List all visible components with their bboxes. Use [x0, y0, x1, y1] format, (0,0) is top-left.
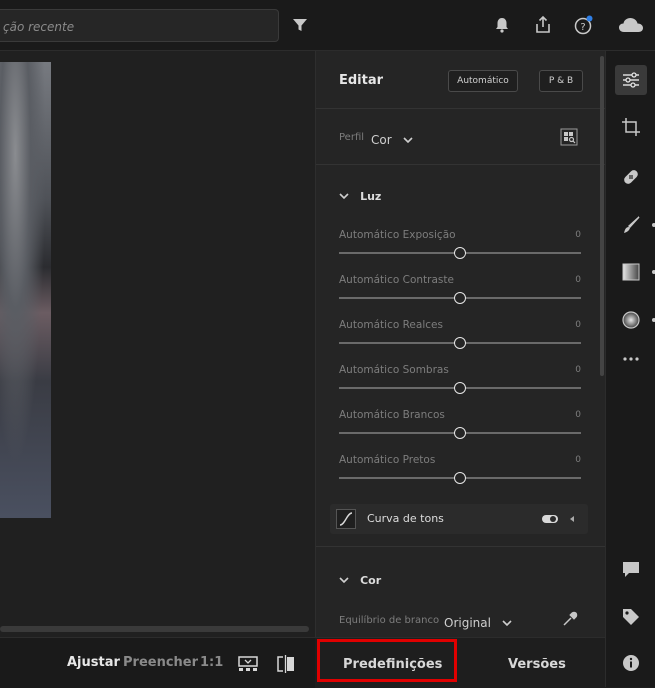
light-section-title: Luz — [360, 190, 382, 203]
whites-slider[interactable]: Automático Brancos 0 — [339, 409, 581, 443]
slider-value: 0 — [575, 275, 581, 285]
chevron-down-icon — [339, 577, 349, 584]
profile-label: Perfil — [339, 132, 365, 143]
search-box[interactable] — [0, 9, 279, 43]
bottom-toolbar: Ajustar Preencher 1:1 — [0, 637, 315, 688]
color-section-header[interactable]: Cor — [339, 569, 381, 588]
tone-curve-label: Curva de tons — [367, 512, 444, 525]
slider-value: 0 — [575, 410, 581, 420]
white-balance-label: Equilíbrio de branco — [339, 615, 440, 626]
edit-tool-button[interactable] — [615, 65, 647, 95]
svg-text:?: ? — [580, 22, 585, 33]
white-balance-value: Original — [444, 616, 491, 630]
eyedropper-icon[interactable] — [561, 610, 579, 628]
tab-versions[interactable]: Versões — [508, 657, 566, 672]
slider-label: Automático Exposição — [339, 229, 456, 241]
horizontal-scrollbar[interactable] — [0, 626, 309, 632]
tag-icon[interactable] — [621, 607, 641, 627]
crop-icon[interactable] — [621, 117, 641, 137]
slider-value: 0 — [575, 455, 581, 465]
comment-icon[interactable] — [621, 559, 641, 579]
chevron-down-icon — [502, 620, 512, 627]
exposure-slider[interactable]: Automático Exposição 0 — [339, 229, 581, 263]
profile-value: Cor — [371, 133, 392, 147]
fit-button[interactable]: Ajustar — [67, 655, 120, 670]
divider — [316, 546, 606, 547]
one-to-one-button[interactable]: 1:1 — [200, 655, 223, 670]
chevron-down-icon — [403, 137, 413, 144]
slider-thumb[interactable] — [454, 292, 466, 304]
slider-value: 0 — [575, 320, 581, 330]
slider-value: 0 — [575, 230, 581, 240]
tone-curve-icon — [336, 509, 356, 529]
tool-strip — [605, 51, 655, 687]
filmstrip-icon[interactable] — [238, 655, 258, 673]
blacks-slider[interactable]: Automático Pretos 0 — [339, 454, 581, 488]
cloud-icon[interactable] — [617, 14, 645, 36]
sliders-icon — [623, 72, 639, 88]
bw-button[interactable]: P & B — [539, 70, 583, 92]
slider-label: Automático Sombras — [339, 364, 449, 376]
contrast-slider[interactable]: Automático Contraste 0 — [339, 274, 581, 308]
profile-dropdown[interactable]: Cor — [371, 129, 413, 147]
bell-icon[interactable] — [492, 15, 512, 35]
auto-button[interactable]: Automático — [448, 70, 518, 92]
profile-browser-icon[interactable] — [560, 128, 578, 146]
brush-icon[interactable] — [621, 215, 641, 235]
help-icon[interactable]: ? — [573, 15, 593, 35]
slider-thumb[interactable] — [454, 247, 466, 259]
highlights-slider[interactable]: Automático Realces 0 — [339, 319, 581, 353]
light-section-header[interactable]: Luz — [339, 185, 381, 204]
panel-title: Editar — [339, 73, 384, 88]
panel-tabs: Predefinições Versões — [315, 637, 605, 688]
info-icon[interactable] — [621, 653, 641, 673]
slider-thumb[interactable] — [454, 472, 466, 484]
white-balance-dropdown[interactable]: Original — [444, 612, 512, 631]
slider-label: Automático Brancos — [339, 409, 445, 421]
top-bar: ? — [0, 0, 655, 51]
fill-button[interactable]: Preencher — [123, 655, 198, 670]
slider-thumb[interactable] — [454, 427, 466, 439]
more-icon[interactable] — [621, 353, 641, 365]
healing-icon[interactable] — [621, 167, 641, 187]
chevron-down-icon — [339, 193, 349, 200]
photo-preview — [0, 62, 51, 518]
divider — [316, 164, 606, 165]
slider-thumb[interactable] — [454, 382, 466, 394]
search-input[interactable] — [1, 10, 265, 43]
divider — [316, 108, 606, 109]
radial-gradient-icon[interactable] — [621, 310, 641, 330]
panel-scrollbar[interactable] — [600, 56, 604, 376]
slider-label: Automático Pretos — [339, 454, 436, 466]
chevron-left-icon[interactable] — [568, 515, 576, 523]
notification-dot — [586, 15, 593, 22]
linear-gradient-icon[interactable] — [621, 262, 641, 282]
tab-presets[interactable]: Predefinições — [343, 657, 442, 672]
edit-panel: Editar Automático P & B Perfil Cor Luz A… — [315, 51, 606, 637]
filter-icon[interactable] — [290, 15, 310, 35]
slider-thumb[interactable] — [454, 337, 466, 349]
color-section-title: Cor — [360, 574, 382, 587]
slider-value: 0 — [575, 365, 581, 375]
shadows-slider[interactable]: Automático Sombras 0 — [339, 364, 581, 398]
slider-label: Automático Realces — [339, 319, 443, 331]
compare-icon[interactable] — [276, 654, 296, 674]
tone-curve-row[interactable]: Curva de tons — [330, 504, 588, 534]
tone-curve-toggle[interactable] — [542, 515, 558, 523]
slider-label: Automático Contraste — [339, 274, 454, 286]
share-icon[interactable] — [533, 15, 553, 35]
